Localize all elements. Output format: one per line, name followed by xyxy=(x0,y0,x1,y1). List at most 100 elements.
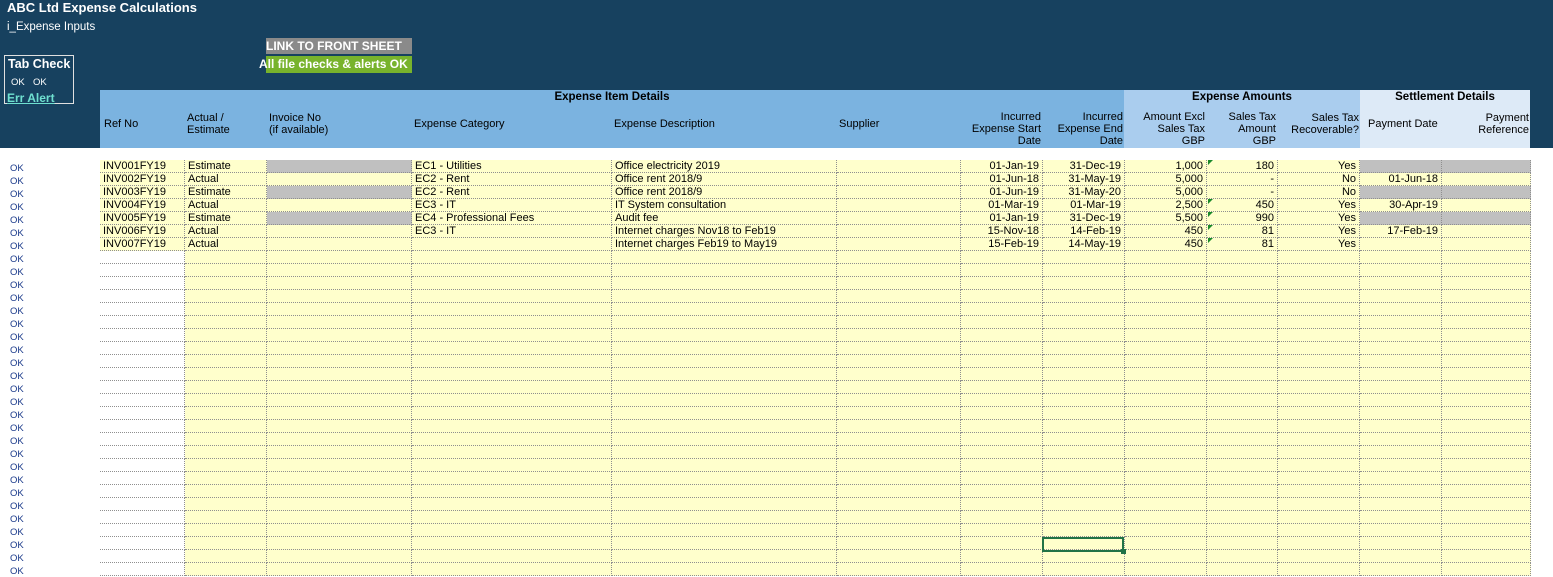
cell-start[interactable] xyxy=(961,277,1043,290)
cell-type[interactable]: Estimate xyxy=(185,186,267,199)
cell-invoice[interactable] xyxy=(267,459,412,472)
cell-ref[interactable] xyxy=(100,381,185,394)
cell-recoverable[interactable] xyxy=(1278,394,1360,407)
cell-amount[interactable]: 5,000 xyxy=(1125,173,1207,186)
cell-tax[interactable] xyxy=(1207,381,1278,394)
cell-end[interactable] xyxy=(1043,368,1125,381)
cell-type[interactable] xyxy=(185,342,267,355)
cell-paydate[interactable] xyxy=(1360,433,1442,446)
cell-end[interactable] xyxy=(1043,264,1125,277)
cell-payref[interactable] xyxy=(1442,251,1531,264)
cell-type[interactable] xyxy=(185,355,267,368)
cell-tax[interactable] xyxy=(1207,433,1278,446)
cell-invoice[interactable] xyxy=(267,394,412,407)
cell-paydate[interactable] xyxy=(1360,342,1442,355)
cell-description[interactable]: Internet charges Nov18 to Feb19 xyxy=(612,225,837,238)
cell-end[interactable] xyxy=(1043,498,1125,511)
cell-end[interactable] xyxy=(1043,381,1125,394)
cell-recoverable[interactable]: No xyxy=(1278,173,1360,186)
cell-category[interactable] xyxy=(412,459,612,472)
cell-description[interactable] xyxy=(612,381,837,394)
cell-category[interactable] xyxy=(412,498,612,511)
cell-amount[interactable] xyxy=(1125,342,1207,355)
cell-invoice[interactable] xyxy=(267,433,412,446)
cell-tax[interactable] xyxy=(1207,251,1278,264)
cell-recoverable[interactable] xyxy=(1278,524,1360,537)
cell-category[interactable] xyxy=(412,329,612,342)
cell-recoverable[interactable]: Yes xyxy=(1278,238,1360,251)
cell-type[interactable] xyxy=(185,251,267,264)
cell-invoice[interactable] xyxy=(267,537,412,550)
cell-ref[interactable]: INV002FY19 xyxy=(100,173,185,186)
cell-recoverable[interactable] xyxy=(1278,407,1360,420)
cell-amount[interactable] xyxy=(1125,251,1207,264)
cell-payref[interactable] xyxy=(1442,433,1531,446)
cell-amount[interactable] xyxy=(1125,498,1207,511)
cell-ref[interactable] xyxy=(100,524,185,537)
cell-tax[interactable] xyxy=(1207,511,1278,524)
cell-supplier[interactable] xyxy=(837,472,961,485)
cell-paydate[interactable] xyxy=(1360,511,1442,524)
cell-start[interactable] xyxy=(961,355,1043,368)
cell-payref[interactable] xyxy=(1442,186,1531,199)
cell-recoverable[interactable]: No xyxy=(1278,186,1360,199)
cell-payref[interactable] xyxy=(1442,563,1531,576)
cell-invoice[interactable] xyxy=(267,212,412,225)
cell-end[interactable] xyxy=(1043,563,1125,576)
cell-invoice[interactable] xyxy=(267,342,412,355)
cell-invoice[interactable] xyxy=(267,290,412,303)
cell-tax[interactable] xyxy=(1207,394,1278,407)
cell-amount[interactable] xyxy=(1125,303,1207,316)
cell-payref[interactable] xyxy=(1442,485,1531,498)
cell-ref[interactable] xyxy=(100,459,185,472)
cell-supplier[interactable] xyxy=(837,485,961,498)
cell-amount[interactable] xyxy=(1125,368,1207,381)
cell-recoverable[interactable]: Yes xyxy=(1278,160,1360,173)
cell-paydate[interactable] xyxy=(1360,186,1442,199)
cell-type[interactable] xyxy=(185,290,267,303)
cell-paydate[interactable] xyxy=(1360,524,1442,537)
cell-tax[interactable] xyxy=(1207,563,1278,576)
cell-paydate[interactable] xyxy=(1360,537,1442,550)
cell-invoice[interactable] xyxy=(267,251,412,264)
cell-description[interactable]: Internet charges Feb19 to May19 xyxy=(612,238,837,251)
cell-end[interactable]: 31-May-20 xyxy=(1043,186,1125,199)
cell-start[interactable] xyxy=(961,498,1043,511)
cell-tax[interactable]: - xyxy=(1207,173,1278,186)
cell-description[interactable]: Audit fee xyxy=(612,212,837,225)
cell-start[interactable] xyxy=(961,251,1043,264)
cell-amount[interactable]: 1,000 xyxy=(1125,160,1207,173)
cell-recoverable[interactable] xyxy=(1278,550,1360,563)
cell-type[interactable] xyxy=(185,563,267,576)
cell-description[interactable] xyxy=(612,563,837,576)
cell-invoice[interactable] xyxy=(267,160,412,173)
cell-paydate[interactable] xyxy=(1360,563,1442,576)
cell-start[interactable] xyxy=(961,472,1043,485)
cell-start[interactable] xyxy=(961,550,1043,563)
cell-ref[interactable] xyxy=(100,550,185,563)
cell-supplier[interactable] xyxy=(837,511,961,524)
cell-start[interactable] xyxy=(961,446,1043,459)
cell-ref[interactable]: INV007FY19 xyxy=(100,238,185,251)
cell-amount[interactable] xyxy=(1125,290,1207,303)
cell-type[interactable] xyxy=(185,459,267,472)
cell-ref[interactable] xyxy=(100,277,185,290)
cell-type[interactable]: Actual xyxy=(185,173,267,186)
cell-recoverable[interactable] xyxy=(1278,511,1360,524)
cell-recoverable[interactable] xyxy=(1278,355,1360,368)
cell-start[interactable] xyxy=(961,316,1043,329)
cell-paydate[interactable] xyxy=(1360,381,1442,394)
cell-end[interactable] xyxy=(1043,485,1125,498)
cell-payref[interactable] xyxy=(1442,277,1531,290)
cell-end[interactable] xyxy=(1043,394,1125,407)
cell-paydate[interactable] xyxy=(1360,238,1442,251)
cell-supplier[interactable] xyxy=(837,290,961,303)
cell-description[interactable] xyxy=(612,433,837,446)
cell-description[interactable] xyxy=(612,368,837,381)
cell-supplier[interactable] xyxy=(837,329,961,342)
cell-payref[interactable] xyxy=(1442,355,1531,368)
cell-paydate[interactable] xyxy=(1360,277,1442,290)
cell-supplier[interactable] xyxy=(837,498,961,511)
cell-start[interactable]: 01-Jan-19 xyxy=(961,160,1043,173)
cell-start[interactable]: 15-Nov-18 xyxy=(961,225,1043,238)
